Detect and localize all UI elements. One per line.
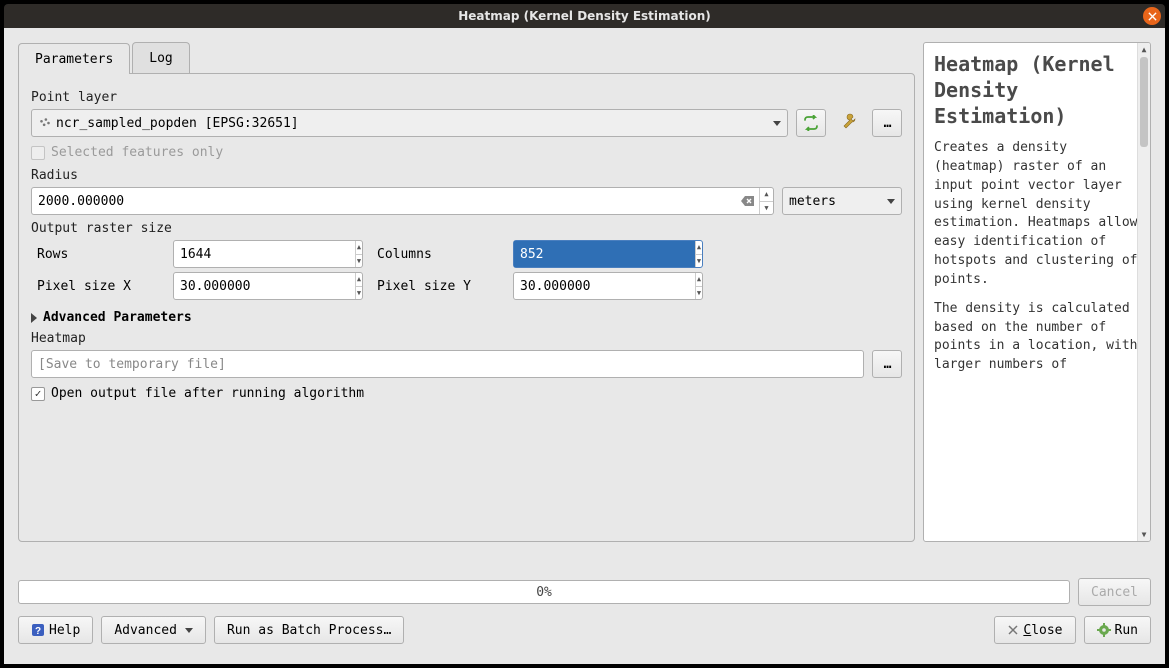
wrench-icon xyxy=(839,113,859,133)
radius-input[interactable]: ▲▼ xyxy=(31,187,774,215)
iterate-icon xyxy=(802,115,820,131)
tab-parameters[interactable]: Parameters xyxy=(18,43,130,74)
pixel-x-spinner[interactable]: ▲▼ xyxy=(355,273,362,299)
help-icon: ? xyxy=(31,623,45,637)
radius-spinner[interactable]: ▲▼ xyxy=(759,188,773,214)
help-title: Heatmap (Kernel Density Estimation) xyxy=(934,51,1140,129)
help-paragraph-1: Creates a density (heatmap) raster of an… xyxy=(934,139,1140,290)
chevron-down-icon xyxy=(185,628,193,633)
progress-bar: 0% xyxy=(18,580,1070,604)
tab-parameters-label: Parameters xyxy=(35,52,113,67)
heatmap-output-input[interactable]: [Save to temporary file] xyxy=(31,350,864,378)
columns-input[interactable]: ▲▼ xyxy=(513,240,703,268)
rows-value[interactable] xyxy=(174,241,355,267)
progress-text: 0% xyxy=(536,585,552,600)
dots-icon: … xyxy=(884,116,891,131)
window-title: Heatmap (Kernel Density Estimation) xyxy=(458,9,711,23)
help-scrollbar[interactable]: ▲ ▼ xyxy=(1137,43,1150,541)
browse-layer-button[interactable]: … xyxy=(872,109,902,137)
radius-unit-combo[interactable]: meters xyxy=(782,187,902,215)
selected-features-label: Selected features only xyxy=(51,145,223,160)
point-layer-combo[interactable]: ncr_sampled_popden [EPSG:32651] xyxy=(31,109,788,137)
heatmap-placeholder: [Save to temporary file] xyxy=(38,357,226,372)
window-close-button[interactable] xyxy=(1143,7,1161,25)
run-button-label: Run xyxy=(1115,623,1138,638)
clear-icon[interactable] xyxy=(737,188,759,214)
parameters-panel: Point layer ncr_sampled_popden [EPSG:326… xyxy=(18,73,915,542)
pixel-y-value[interactable] xyxy=(514,273,695,299)
advanced-parameters-label: Advanced Parameters xyxy=(43,310,192,325)
pixel-y-spinner[interactable]: ▲▼ xyxy=(695,273,702,299)
output-raster-size-label: Output raster size xyxy=(31,221,902,236)
help-button-label: Help xyxy=(49,623,80,638)
tab-log-label: Log xyxy=(149,51,172,66)
tab-log[interactable]: Log xyxy=(132,42,189,73)
selected-features-checkbox xyxy=(31,146,45,160)
browse-output-button[interactable]: … xyxy=(872,350,902,378)
close-button-label: Close xyxy=(1023,623,1062,638)
expander-arrow-icon xyxy=(31,313,37,323)
columns-value[interactable] xyxy=(514,241,695,267)
columns-label: Columns xyxy=(377,247,505,262)
help-panel: Heatmap (Kernel Density Estimation) Crea… xyxy=(923,42,1151,542)
points-layer-icon xyxy=(38,116,52,130)
advanced-button-label: Advanced xyxy=(114,623,177,638)
scroll-thumb[interactable] xyxy=(1140,57,1148,147)
chevron-down-icon xyxy=(887,199,895,204)
pixel-x-input[interactable]: ▲▼ xyxy=(173,272,363,300)
pixel-y-input[interactable]: ▲▼ xyxy=(513,272,703,300)
close-icon xyxy=(1148,12,1157,21)
pixel-x-value[interactable] xyxy=(174,273,355,299)
batch-button-label: Run as Batch Process… xyxy=(227,623,391,638)
rows-spinner[interactable]: ▲▼ xyxy=(355,241,362,267)
options-button[interactable] xyxy=(834,109,864,137)
close-x-icon xyxy=(1007,624,1019,636)
help-button[interactable]: ? Help xyxy=(18,616,93,644)
tab-bar: Parameters Log xyxy=(18,42,915,73)
titlebar: Heatmap (Kernel Density Estimation) xyxy=(4,4,1165,28)
radius-unit-value: meters xyxy=(789,194,883,209)
radius-value[interactable] xyxy=(32,188,737,214)
pixel-y-label: Pixel size Y xyxy=(377,279,505,294)
heatmap-label: Heatmap xyxy=(31,331,902,346)
advanced-parameters-expander[interactable]: Advanced Parameters xyxy=(31,310,902,325)
point-layer-value: ncr_sampled_popden [EPSG:32651] xyxy=(56,116,769,131)
svg-text:?: ? xyxy=(35,626,41,637)
cancel-button: Cancel xyxy=(1078,578,1151,606)
advanced-button[interactable]: Advanced xyxy=(101,616,206,644)
pixel-x-label: Pixel size X xyxy=(37,279,165,294)
rows-input[interactable]: ▲▼ xyxy=(173,240,363,268)
radius-label: Radius xyxy=(31,168,902,183)
open-output-checkbox[interactable] xyxy=(31,387,45,401)
scroll-up-icon[interactable]: ▲ xyxy=(1138,43,1150,56)
run-button[interactable]: Run xyxy=(1084,616,1151,644)
open-output-label: Open output file after running algorithm xyxy=(51,386,364,401)
chevron-down-icon xyxy=(773,121,781,126)
close-button[interactable]: Close xyxy=(994,616,1075,644)
iterate-button[interactable] xyxy=(796,109,826,137)
batch-button[interactable]: Run as Batch Process… xyxy=(214,616,404,644)
columns-spinner[interactable]: ▲▼ xyxy=(695,241,702,267)
gear-icon xyxy=(1097,623,1111,637)
rows-label: Rows xyxy=(37,247,165,262)
point-layer-label: Point layer xyxy=(31,90,902,105)
scroll-down-icon[interactable]: ▼ xyxy=(1138,528,1150,541)
help-paragraph-2: The density is calculated based on the n… xyxy=(934,300,1140,375)
dots-icon: … xyxy=(884,357,891,372)
